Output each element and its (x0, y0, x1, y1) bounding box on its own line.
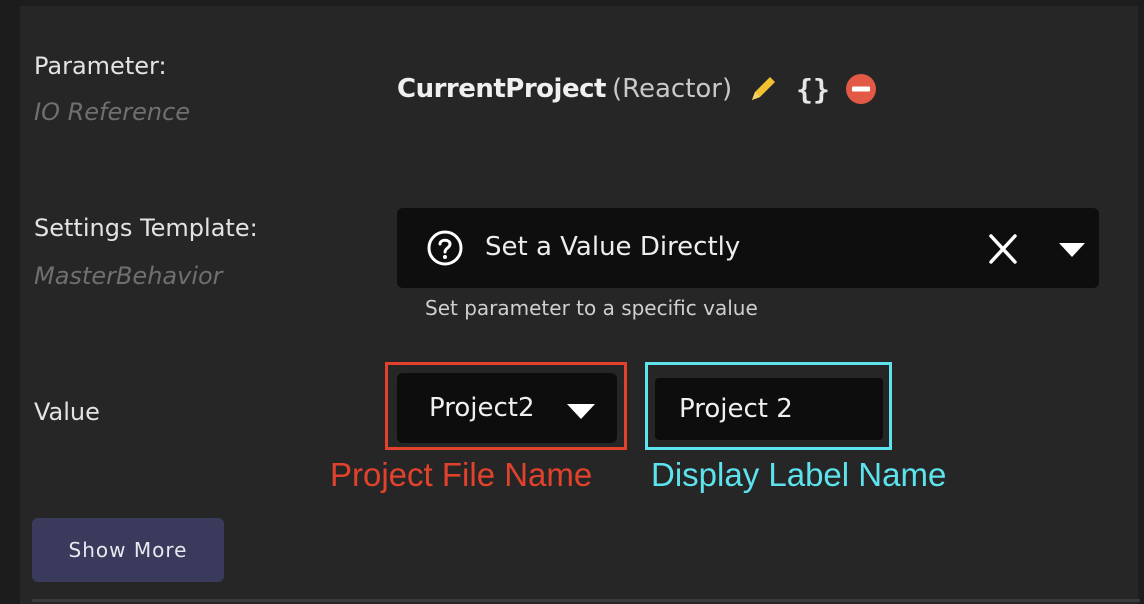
display-label-input[interactable] (655, 378, 883, 440)
pencil-icon[interactable] (746, 72, 780, 106)
settings-template-label: Settings Template: (34, 214, 258, 242)
chevron-down-icon (565, 402, 597, 422)
right-panel-edge (1138, 0, 1144, 604)
display-label-annotation: Display Label Name (651, 456, 947, 493)
braces-icon[interactable]: {} (796, 73, 830, 106)
top-strip (0, 0, 1144, 6)
project-file-selected: Project2 (429, 393, 535, 423)
remove-circle-icon[interactable] (844, 72, 878, 106)
parameter-type-label: IO Reference (34, 98, 191, 126)
project-file-annotation: Project File Name (330, 456, 593, 493)
show-more-button[interactable]: Show More (32, 518, 224, 582)
bottom-divider (32, 599, 1140, 602)
project-file-select[interactable]: Project2 (397, 373, 617, 443)
chevron-down-icon[interactable] (1057, 240, 1087, 260)
left-panel-edge (0, 0, 20, 604)
parameter-value: CurrentProject (Reactor) {} (397, 72, 878, 106)
settings-template-description: Set parameter to a specific value (425, 296, 758, 320)
settings-template-selected: Set a Value Directly (485, 232, 741, 262)
settings-template-select[interactable]: Set a Value Directly (397, 208, 1099, 288)
value-label: Value (34, 398, 100, 426)
settings-template-sub-label: MasterBehavior (34, 262, 223, 290)
question-circle-icon (427, 230, 463, 266)
parameter-name: CurrentProject (397, 74, 606, 104)
close-icon[interactable] (987, 234, 1021, 264)
parameter-label: Parameter: (34, 52, 167, 80)
parameter-qualifier: (Reactor) (611, 74, 733, 104)
